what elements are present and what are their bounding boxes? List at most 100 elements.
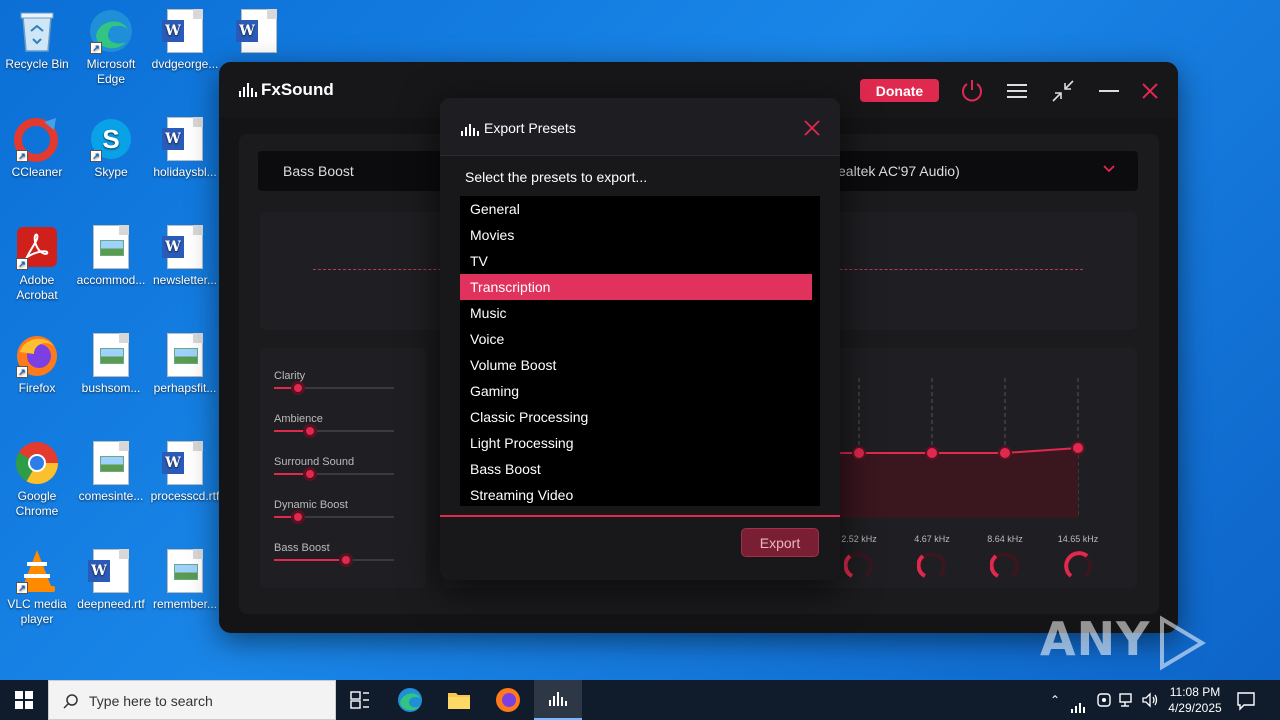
- donate-button[interactable]: Donate: [860, 79, 939, 102]
- eq-knob[interactable]: [844, 550, 874, 580]
- effect-slider[interactable]: [274, 510, 394, 524]
- taskbar-clock[interactable]: 11:08 PM 4/29/2025: [1160, 684, 1230, 716]
- desktop-icon-firefox[interactable]: ↗ Firefox: [0, 332, 74, 396]
- desktop-icon-word-doc[interactable]: W: [222, 8, 296, 57]
- network-icon[interactable]: [1118, 691, 1136, 709]
- chevron-down-icon[interactable]: [1102, 161, 1116, 180]
- skype-icon: S ↗: [88, 116, 134, 162]
- fxsound-tray-icon[interactable]: [1071, 695, 1089, 713]
- taskbar-firefox[interactable]: [484, 680, 532, 720]
- preset-list-item[interactable]: Gaming: [460, 378, 812, 404]
- desktop-icon-accommod[interactable]: accommod...: [74, 224, 148, 288]
- edge-icon: ↗: [88, 8, 134, 54]
- slider-thumb[interactable]: [303, 424, 317, 438]
- eq-band-handle[interactable]: [1071, 441, 1085, 455]
- taskbar-edge[interactable]: [386, 680, 434, 720]
- desktop-icon-vlc[interactable]: ↗ VLC media player: [0, 548, 74, 627]
- compact-mode-button[interactable]: [1048, 76, 1078, 106]
- preset-list[interactable]: General Movies TV Transcription Music Voice Vo…: [460, 196, 820, 506]
- preset-list-item[interactable]: Voice: [460, 326, 812, 352]
- preset-list-item[interactable]: Transcription: [460, 274, 812, 300]
- desktop-icon-dvdgeorge[interactable]: W dvdgeorge...: [148, 8, 222, 72]
- eq-band-handle[interactable]: [852, 446, 866, 460]
- taskbar-search[interactable]: Type here to search: [48, 680, 336, 720]
- desktop-icon-adobe-acrobat[interactable]: ↗ Adobe Acrobat: [0, 224, 74, 303]
- menu-button[interactable]: [1002, 76, 1032, 106]
- eq-knob[interactable]: [990, 550, 1020, 580]
- effect-label: Surround Sound: [274, 456, 355, 468]
- task-view-button[interactable]: [336, 680, 384, 720]
- effect-slider[interactable]: [274, 467, 394, 481]
- desktop-icon-recycle-bin[interactable]: Recycle Bin: [0, 8, 74, 72]
- dialog-close-button[interactable]: [800, 116, 824, 140]
- defender-icon[interactable]: [1095, 691, 1113, 709]
- eq-band-handle[interactable]: [925, 446, 939, 460]
- recycle-bin-icon: [14, 8, 60, 54]
- word-document-icon: W: [88, 548, 134, 594]
- minimize-button[interactable]: [1094, 76, 1124, 106]
- desktop-icon-deepneed[interactable]: W deepneed.rtf: [74, 548, 148, 612]
- preset-list-item[interactable]: Streaming Video: [460, 482, 812, 506]
- clock-time: 11:08 PM: [1169, 685, 1221, 699]
- effect-clarity: Clarity: [274, 370, 396, 395]
- desktop-icon-holidaysbl[interactable]: W holidaysbl...: [148, 116, 222, 180]
- word-document-icon: W: [162, 224, 208, 270]
- effect-slider[interactable]: [274, 424, 394, 438]
- slider-thumb[interactable]: [339, 553, 353, 567]
- desktop-icon-remember[interactable]: remember...: [148, 548, 222, 612]
- search-placeholder: Type here to search: [89, 693, 213, 709]
- image-file-icon: [88, 440, 134, 486]
- desktop-icon-skype[interactable]: S ↗ Skype: [74, 116, 148, 180]
- notification-icon[interactable]: [1234, 688, 1258, 712]
- slider-thumb[interactable]: [291, 381, 305, 395]
- shortcut-arrow-icon: ↗: [16, 366, 28, 378]
- desktop-icon-newsletter[interactable]: W newsletter...: [148, 224, 222, 288]
- preset-list-item[interactable]: Volume Boost: [460, 352, 812, 378]
- close-icon: [1142, 83, 1158, 99]
- taskbar-file-explorer[interactable]: [435, 680, 483, 720]
- hamburger-icon: [1007, 84, 1027, 98]
- preset-list-item[interactable]: Movies: [460, 222, 812, 248]
- desktop-icon-processcd[interactable]: W processcd.rtf: [148, 440, 222, 504]
- desktop-icon-perhapsfit[interactable]: perhapsfit...: [148, 332, 222, 396]
- preset-list-item[interactable]: Bass Boost: [460, 456, 812, 482]
- slider-thumb[interactable]: [303, 467, 317, 481]
- export-button[interactable]: Export: [741, 528, 819, 557]
- desktop-icon-microsoft-edge[interactable]: ↗ Microsoft Edge: [74, 8, 148, 87]
- desktop-icon-google-chrome[interactable]: Google Chrome: [0, 440, 74, 519]
- preset-list-item[interactable]: TV: [460, 248, 812, 274]
- current-preset: Bass Boost: [283, 163, 354, 179]
- effect-slider[interactable]: [274, 553, 394, 567]
- effect-label: Bass Boost: [274, 542, 330, 554]
- edge-icon: [398, 688, 422, 712]
- chevron-up-icon[interactable]: ⌃: [1046, 691, 1064, 709]
- shortcut-arrow-icon: ↗: [90, 42, 102, 54]
- fxsound-logo: FxSound: [239, 80, 334, 100]
- start-button[interactable]: [0, 680, 48, 720]
- acrobat-icon: ↗: [14, 224, 60, 270]
- preset-list-item[interactable]: Classic Processing: [460, 404, 812, 430]
- app-name: FxSound: [261, 80, 334, 99]
- close-button[interactable]: [1135, 76, 1165, 106]
- taskbar-fxsound[interactable]: [534, 680, 582, 720]
- preset-list-item[interactable]: General: [460, 196, 812, 222]
- desktop-icon-ccleaner[interactable]: ↗ CCleaner: [0, 116, 74, 180]
- play-icon: [1160, 614, 1207, 671]
- firefox-icon: [496, 688, 520, 712]
- fxsound-bars-icon: [549, 692, 567, 706]
- effects-panel: Clarity Ambience Surround Sound Dynamic …: [260, 348, 426, 588]
- eq-band-handle[interactable]: [998, 446, 1012, 460]
- close-icon: [804, 120, 820, 136]
- preset-list-item[interactable]: Light Processing: [460, 430, 812, 456]
- power-button[interactable]: [957, 76, 987, 106]
- slider-thumb[interactable]: [291, 510, 305, 524]
- eq-knob[interactable]: [1063, 550, 1093, 580]
- preset-list-item[interactable]: Music: [460, 300, 812, 326]
- eq-knob[interactable]: [917, 550, 947, 580]
- desktop-icon-bushsom[interactable]: bushsom...: [74, 332, 148, 396]
- volume-icon[interactable]: [1141, 691, 1159, 709]
- fxsound-bars-icon: [461, 122, 479, 136]
- effect-slider[interactable]: [274, 381, 394, 395]
- desktop-icon-comesinte[interactable]: comesinte...: [74, 440, 148, 504]
- word-document-icon: W: [236, 8, 282, 54]
